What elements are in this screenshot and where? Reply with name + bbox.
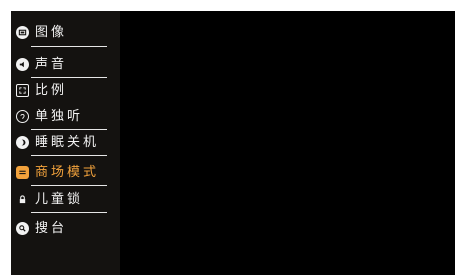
store-mode-icon: [16, 165, 29, 179]
menu-item-label: 搜台: [35, 220, 68, 236]
menu-item-label: 儿童锁: [35, 191, 84, 207]
menu-item-picture[interactable]: 图像: [16, 19, 120, 45]
menu-item-aspect-ratio[interactable]: 比例: [16, 77, 120, 103]
menu-divider: [31, 155, 107, 156]
menu-item-label: 睡眠关机: [35, 134, 100, 150]
menu-item-listen-only[interactable]: 单独听: [16, 103, 120, 129]
menu-item-sleep[interactable]: 睡眠关机: [16, 129, 120, 155]
video-area: [120, 11, 455, 275]
aspect-ratio-icon: [16, 83, 29, 97]
menu-item-channel-search[interactable]: 搜台: [16, 215, 120, 241]
menu-item-label: 比例: [35, 82, 68, 98]
menu-item-label: 商场模式: [35, 164, 100, 180]
tv-screen: 图像 声音 比例 单独听 睡眠关机 商场模式 儿童锁 搜台: [11, 11, 455, 275]
menu-divider: [31, 212, 107, 213]
menu-item-sound[interactable]: 声音: [16, 51, 120, 77]
picture-icon: [16, 25, 29, 39]
lock-icon: [16, 193, 29, 206]
settings-menu: 图像 声音 比例 单独听 睡眠关机 商场模式 儿童锁 搜台: [11, 11, 120, 275]
menu-item-child-lock[interactable]: 儿童锁: [16, 186, 120, 212]
menu-item-label: 单独听: [35, 108, 84, 124]
ear-icon: [16, 109, 29, 123]
speaker-icon: [16, 57, 29, 71]
menu-item-store-mode[interactable]: 商场模式: [16, 159, 120, 185]
search-icon: [16, 221, 29, 235]
menu-item-label: 声音: [35, 56, 68, 72]
moon-icon: [16, 135, 29, 149]
menu-item-label: 图像: [35, 24, 68, 40]
menu-divider: [31, 46, 107, 47]
